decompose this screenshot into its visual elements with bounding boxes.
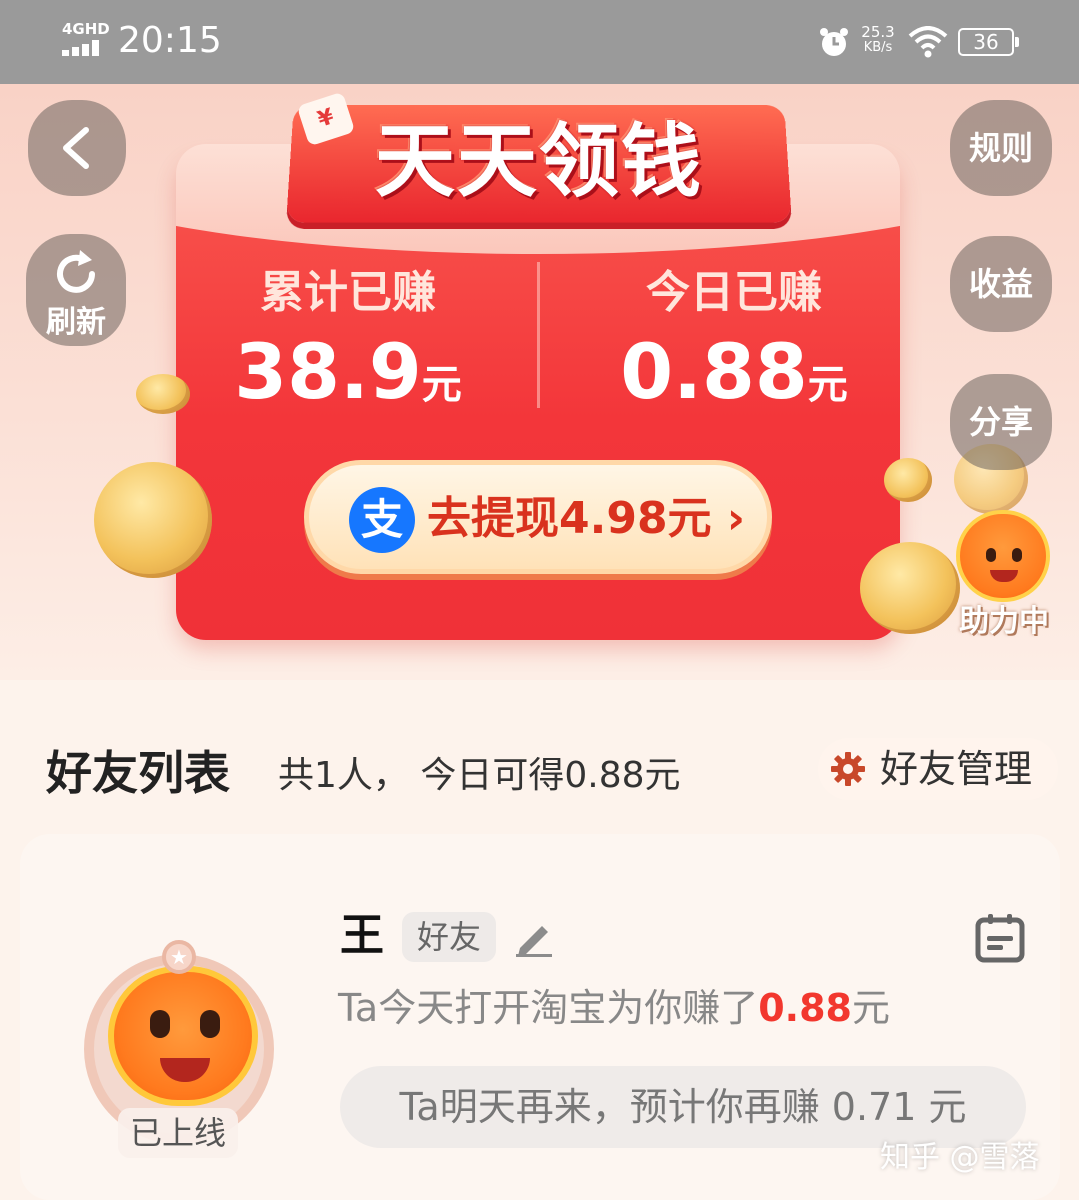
- coin-icon: [94, 462, 212, 578]
- friend-avatar[interactable]: [108, 966, 258, 1106]
- mascot-icon: [956, 510, 1050, 602]
- alipay-icon: 支: [349, 487, 415, 553]
- friend-earn-line: Ta今天打开淘宝为你赚了0.88元: [338, 980, 890, 1036]
- avatar-eye: [150, 1010, 170, 1038]
- total-earned-unit: 元: [421, 362, 462, 408]
- network-type: 4GHD: [62, 20, 110, 38]
- refresh-icon: [57, 250, 95, 293]
- network-speed: 25.3 KB/s: [858, 24, 898, 56]
- helper-mascot[interactable]: 助力中: [948, 510, 1060, 640]
- battery-indicator: 36: [958, 28, 1019, 56]
- rules-button[interactable]: 规则: [950, 100, 1052, 196]
- withdraw-button[interactable]: 支 去提现4.98元 ›: [304, 460, 772, 574]
- signal-icon: [62, 40, 108, 56]
- today-earned-value: 0.88元: [584, 332, 884, 412]
- withdraw-label: 去提现4.98元 ›: [427, 493, 746, 544]
- speed-unit: KB/s: [863, 40, 893, 55]
- friends-summary: 共1人， 今日可得0.88元: [278, 755, 681, 796]
- alarm-icon: [820, 28, 848, 56]
- clock: 20:15: [118, 20, 222, 61]
- coin-icon: [860, 542, 960, 634]
- friend-manage-button[interactable]: 好友管理: [818, 738, 1058, 800]
- share-button[interactable]: 分享: [950, 374, 1052, 470]
- today-earned-amount: 0.88: [620, 327, 808, 416]
- friends-list-title: 好友列表: [46, 746, 230, 800]
- coin-icon: [136, 374, 190, 414]
- calendar-icon[interactable]: [974, 912, 1026, 964]
- online-status-badge: 已上线: [118, 1108, 238, 1158]
- tomorrow-estimate: Ta明天再来，预计你再赚 0.71 元: [340, 1066, 1026, 1148]
- avatar-eye: [200, 1010, 220, 1038]
- wifi-icon: [908, 26, 948, 58]
- star-icon: ★: [162, 940, 196, 974]
- friend-manage-label: 好友管理: [880, 747, 1033, 791]
- earn-prefix: Ta今天打开淘宝为你赚了: [338, 986, 759, 1030]
- back-button[interactable]: [28, 100, 126, 196]
- speed-value: 25.3: [861, 23, 895, 41]
- edit-icon[interactable]: [514, 916, 554, 958]
- coin-icon: [884, 458, 932, 502]
- friend-name: 王: [340, 910, 384, 961]
- total-earned-amount: 38.9: [234, 327, 422, 416]
- total-earned-value: 38.9元: [198, 332, 498, 412]
- chevron-left-icon: [63, 127, 89, 169]
- refresh-label: 刷新: [46, 305, 106, 340]
- earn-amount: 0.88: [758, 986, 852, 1030]
- stats-divider: [537, 262, 540, 408]
- gear-icon: [831, 752, 865, 786]
- earnings-button[interactable]: 收益: [950, 236, 1052, 332]
- friend-tag: 好友: [402, 912, 496, 962]
- today-earned-label: 今日已赚: [646, 267, 822, 318]
- status-bar: 4GHD 20:15 25.3 KB/s 36: [0, 0, 1079, 84]
- watermark: 知乎 @雪落: [880, 1140, 1040, 1175]
- helper-label: 助力中: [959, 604, 1049, 639]
- earn-suffix: 元: [851, 986, 890, 1030]
- today-earned-unit: 元: [807, 362, 848, 408]
- total-earned-label: 累计已赚: [260, 267, 436, 318]
- refresh-button[interactable]: 刷新: [26, 234, 126, 346]
- banner-title: 天天领钱: [375, 115, 703, 208]
- earnings-banner: ¥ 天天领钱 累计已赚 38.9元 今日已赚 0.88元 支 去提现4.98元 …: [0, 84, 1079, 680]
